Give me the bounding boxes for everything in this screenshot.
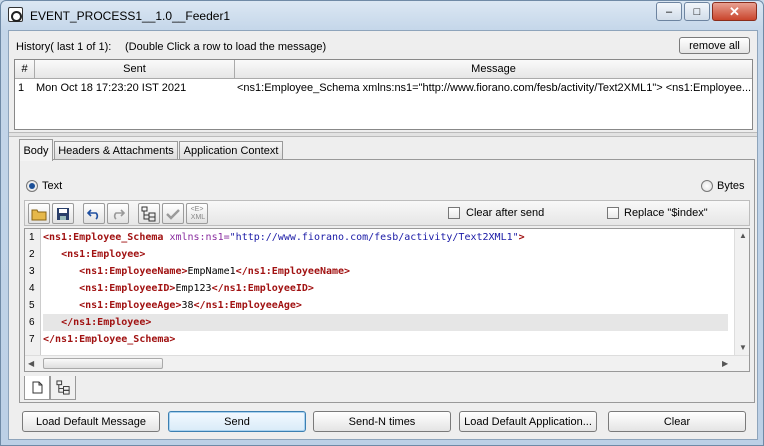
radio-bytes-label: Bytes: [717, 180, 745, 192]
line-number: 2: [29, 249, 35, 260]
send-button[interactable]: Send: [168, 411, 306, 432]
xml-tree-icon[interactable]: [138, 203, 160, 224]
xml-tag: </ns1:Employee_Schema>: [43, 334, 176, 345]
column-header-message[interactable]: Message: [235, 60, 752, 79]
line-number: 1: [29, 232, 35, 243]
radio-text-label: Text: [42, 180, 63, 192]
xml-tag: >: [518, 232, 525, 243]
line-number: 7: [29, 334, 35, 345]
body-panel: Text Bytes <E> XML Clear after send Repl…: [19, 159, 755, 403]
code-line: <ns1:Employee>: [43, 246, 145, 263]
replace-index-checkbox[interactable]: [607, 207, 619, 219]
minimize-button[interactable]: –: [656, 2, 682, 21]
xml-tag: <ns1:Employee>: [61, 249, 146, 260]
row-message: <ns1:Employee_Schema xmlns:ns1="http://w…: [237, 82, 751, 94]
load-default-message-button[interactable]: Load Default Message: [22, 411, 160, 432]
scroll-up-icon[interactable]: ▲: [739, 231, 747, 240]
xml-tag: <ns1:EmployeeName>: [79, 266, 188, 277]
feeder-content: History( last 1 of 1): (Double Click a r…: [8, 30, 758, 440]
xml-text: EmpName1: [187, 266, 236, 277]
window-title: EVENT_PROCESS1__1.0__Feeder1: [30, 9, 231, 23]
validate-check-icon[interactable]: [162, 203, 184, 224]
code-line: </ns1:Employee_Schema>: [43, 331, 175, 348]
line-number: 5: [29, 300, 35, 311]
remove-all-button[interactable]: remove all: [679, 37, 750, 54]
xml-attribute-value: "http://www.fiorano.com/fesb/activity/Te…: [229, 232, 519, 243]
feeder-window: EVENT_PROCESS1__1.0__Feeder1 – □ ✕ Histo…: [0, 0, 764, 446]
text-to-xml-icon[interactable]: <E> XML: [186, 203, 208, 224]
xml-tag: </ns1:Employee>: [61, 317, 152, 328]
row-index: 1: [18, 82, 25, 94]
history-hint: (Double Click a row to load the message): [125, 41, 327, 53]
column-header-index[interactable]: #: [15, 60, 35, 79]
replace-index-label: Replace "$index": [624, 207, 708, 219]
tree-view-icon[interactable]: [50, 376, 76, 400]
code-line: <ns1:EmployeeAge>38</ns1:EmployeeAge>: [43, 297, 302, 314]
horizontal-scrollbar[interactable]: ◀ ▶: [25, 355, 749, 371]
scroll-right-icon[interactable]: ▶: [722, 359, 728, 368]
title-bar[interactable]: EVENT_PROCESS1__1.0__Feeder1 – □ ✕: [1, 1, 763, 29]
code-line-current: </ns1:Employee>: [43, 314, 728, 331]
xml-tag: <ns1:EmployeeID>: [79, 283, 176, 294]
table-row[interactable]: 1 Mon Oct 18 17:23:20 IST 2021 <ns1:Empl…: [15, 80, 752, 96]
line-number: 3: [29, 266, 35, 277]
redo-icon[interactable]: [107, 203, 129, 224]
line-number: 4: [29, 283, 35, 294]
clear-after-send-label: Clear after send: [466, 207, 545, 219]
row-sent: Mon Oct 18 17:23:20 IST 2021: [36, 82, 187, 94]
history-table: # Sent Message 1 Mon Oct 18 17:23:20 IST…: [14, 59, 753, 130]
xml-tag: <ns1:Employee_Schema: [43, 232, 170, 243]
maximize-button[interactable]: □: [684, 2, 710, 21]
tab-application-context[interactable]: Application Context: [179, 141, 283, 160]
history-label: History( last 1 of 1):: [16, 41, 112, 53]
save-icon[interactable]: [52, 203, 74, 224]
xml-attribute: xmlns:ns1=: [169, 232, 230, 243]
tab-headers-attachments[interactable]: Headers & Attachments: [54, 141, 178, 160]
xml-tag: </ns1:EmployeeName>: [235, 266, 351, 277]
column-header-sent[interactable]: Sent: [35, 60, 235, 79]
close-button[interactable]: ✕: [712, 2, 757, 21]
xml-text: Emp123: [175, 283, 212, 294]
load-default-application-button[interactable]: Load Default Application...: [459, 411, 597, 432]
scroll-down-icon[interactable]: ▼: [739, 343, 747, 352]
code-line: <ns1:EmployeeName>EmpName1</ns1:Employee…: [43, 263, 350, 280]
xml-tag: <ns1:EmployeeAge>: [79, 300, 182, 311]
clear-after-send-checkbox[interactable]: [448, 207, 460, 219]
code-line: <ns1:Employee_Schema xmlns:ns1="http://w…: [43, 229, 525, 246]
radio-text[interactable]: [26, 180, 38, 192]
message-editor[interactable]: 1 2 3 4 5 6 7 <ns1:Employee_Schema xmlns…: [24, 228, 750, 372]
send-n-times-button[interactable]: Send-N times: [313, 411, 451, 432]
horizontal-scroll-thumb[interactable]: [43, 358, 163, 369]
undo-icon[interactable]: [83, 203, 105, 224]
tab-body[interactable]: Body: [19, 139, 53, 161]
xml-tag: </ns1:EmployeeID>: [211, 283, 314, 294]
vertical-scrollbar[interactable]: ▲ ▼: [734, 229, 749, 355]
open-folder-icon[interactable]: [28, 203, 50, 224]
scroll-left-icon[interactable]: ◀: [28, 359, 34, 368]
app-icon: [8, 7, 23, 22]
line-number: 6: [29, 317, 35, 328]
xml-text: 38: [181, 300, 194, 311]
text-view-icon[interactable]: [24, 376, 50, 400]
radio-bytes[interactable]: [701, 180, 713, 192]
xml-tag: </ns1:EmployeeAge>: [193, 300, 302, 311]
editor-toolbar: <E> XML Clear after send Replace "$index…: [24, 200, 750, 226]
line-number-gutter: 1 2 3 4 5 6 7: [25, 229, 41, 355]
code-line: <ns1:EmployeeID>Emp123</ns1:EmployeeID>: [43, 280, 314, 297]
splitter[interactable]: [9, 132, 757, 137]
clear-button[interactable]: Clear: [608, 411, 746, 432]
